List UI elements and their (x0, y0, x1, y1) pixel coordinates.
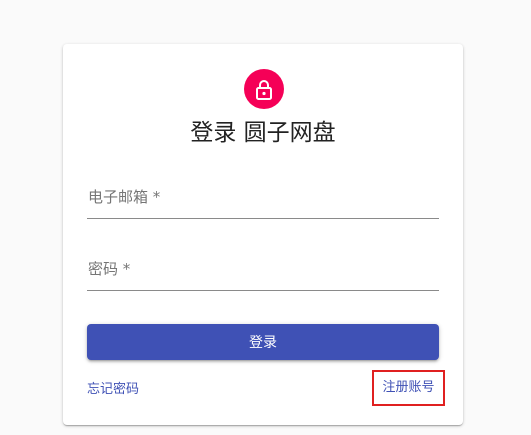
lock-icon (256, 80, 272, 100)
login-button[interactable]: 登录 (87, 324, 439, 360)
email-field[interactable]: 电子邮箱 * (87, 187, 439, 219)
forgot-password-link[interactable]: 忘记密码 (87, 381, 139, 399)
email-label: 电子邮箱 * (88, 188, 161, 206)
lock-avatar (244, 69, 284, 109)
login-card: 登录 圆子网盘 电子邮箱 * 密码 * 登录 忘记密码 注册账号 (63, 44, 463, 425)
page-title: 登录 圆子网盘 (190, 120, 336, 146)
password-input[interactable] (87, 280, 439, 291)
register-link[interactable]: 注册账号 (372, 370, 445, 406)
password-field[interactable]: 密码 * (87, 259, 439, 291)
email-input[interactable] (87, 208, 439, 219)
register-link-label: 注册账号 (382, 380, 435, 395)
password-label: 密码 * (88, 260, 131, 278)
